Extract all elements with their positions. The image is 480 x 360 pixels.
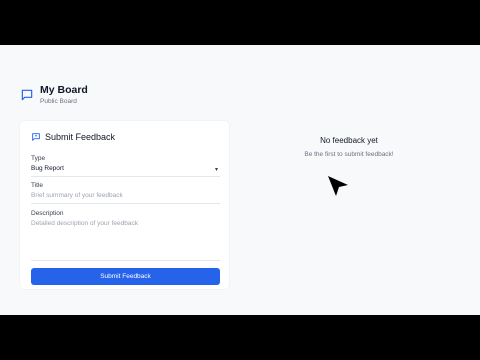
form-header: Submit Feedback — [31, 132, 115, 142]
board-subtitle: Public Board — [40, 98, 77, 105]
description-textarea[interactable]: Detailed description of your feedback — [31, 220, 220, 261]
empty-state-subtitle: Be the first to submit feedback! — [304, 151, 394, 158]
type-select[interactable]: Bug Report ▾ — [31, 165, 220, 177]
feedback-form-card: Submit Feedback Type Bug Report ▾ Title … — [20, 121, 229, 289]
form-title: Submit Feedback — [45, 132, 116, 142]
message-square-icon — [32, 133, 40, 141]
board-header: My Board Public Board — [20, 84, 88, 105]
description-label: Description — [31, 210, 64, 217]
chevron-down-icon: ▾ — [214, 167, 218, 173]
app-container: My Board Public Board Submit Feedback Ty… — [0, 45, 480, 315]
mouse-cursor-icon — [328, 176, 348, 196]
title-input[interactable]: Brief summary of your feedback — [31, 192, 220, 204]
board-title: My Board — [40, 84, 88, 96]
submit-feedback-button[interactable]: Submit Feedback — [31, 268, 220, 285]
type-select-value: Bug Report — [31, 165, 64, 172]
title-label: Title — [31, 182, 44, 189]
type-label: Type — [31, 155, 46, 162]
empty-state-title: No feedback yet — [320, 136, 378, 145]
chat-bubble-icon — [21, 89, 33, 101]
